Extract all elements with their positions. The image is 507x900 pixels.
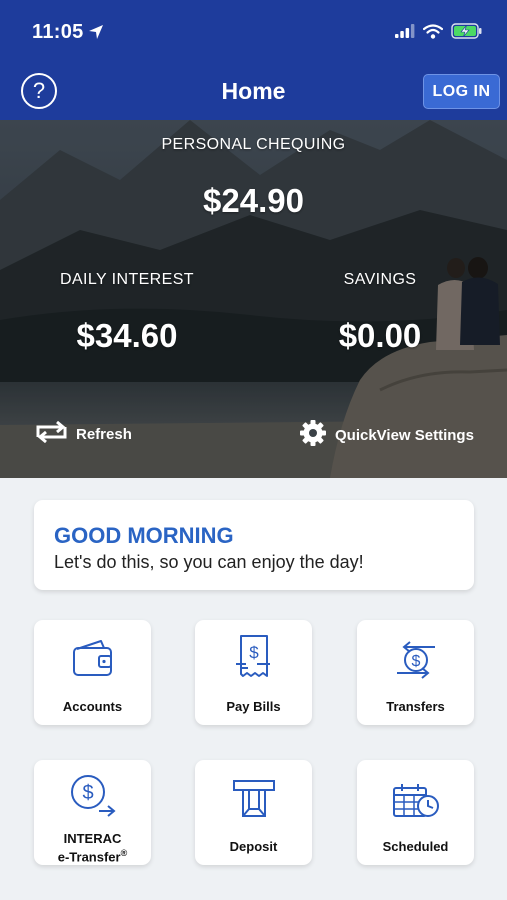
primary-account-label: PERSONAL CHEQUING <box>161 136 346 153</box>
refresh-icon <box>35 420 68 447</box>
deposit-tile-label: Deposit <box>229 839 278 854</box>
login-button[interactable]: LOG IN <box>423 74 500 109</box>
refresh-button[interactable]: Refresh <box>35 420 132 447</box>
deposit-icon <box>195 776 312 822</box>
savings-balance: $0.00 <box>338 317 422 354</box>
scheduled-tile[interactable]: Scheduled <box>357 760 474 865</box>
calendar-icon <box>357 782 474 822</box>
greeting-card: GOOD MORNING Let's do this, so you can e… <box>34 500 474 590</box>
svg-text:$: $ <box>411 653 420 670</box>
location-arrow-icon <box>88 24 104 45</box>
wallet-icon <box>34 637 151 681</box>
nav-bar: ? Home LOG IN <box>0 64 507 120</box>
status-bar: 11:05 <box>0 0 507 64</box>
interac-label-line1: INTERAC <box>63 831 122 846</box>
scheduled-tile-label: Scheduled <box>382 839 449 854</box>
transfers-tile-label: Transfers <box>386 699 445 714</box>
gear-icon <box>299 419 327 451</box>
bill-icon: $ <box>195 634 312 684</box>
quickview-settings-label: QuickView Settings <box>335 426 474 444</box>
registered-mark: ® <box>120 848 128 858</box>
quickview-panel: PERSONAL CHEQUING $24.90 DAILY INTEREST … <box>0 120 507 478</box>
savings-label: SAVINGS <box>343 271 417 288</box>
accounts-tile[interactable]: Accounts <box>34 620 151 725</box>
deposit-tile[interactable]: Deposit <box>195 760 312 865</box>
interac-label-line2: e-Transfer <box>57 849 121 865</box>
interac-etransfer-label: INTERAC e-Transfer® <box>34 831 151 864</box>
interac-etransfer-tile[interactable]: $ INTERAC e-Transfer® <box>34 760 151 865</box>
svg-text:$: $ <box>249 643 259 662</box>
pay-bills-tile[interactable]: $ Pay Bills <box>195 620 312 725</box>
status-indicators <box>395 23 483 44</box>
refresh-label: Refresh <box>76 425 132 443</box>
daily-interest-label: DAILY INTEREST <box>60 271 194 288</box>
transfer-icon: $ <box>357 637 474 683</box>
signal-icon <box>395 24 415 43</box>
wifi-icon <box>422 23 444 44</box>
pay-bills-tile-label: Pay Bills <box>226 699 281 714</box>
etransfer-icon: $ <box>34 773 151 817</box>
greeting-title: GOOD MORNING <box>54 523 234 548</box>
battery-charging-icon <box>451 23 483 44</box>
svg-text:$: $ <box>82 782 93 804</box>
primary-account-balance: $24.90 <box>203 182 304 219</box>
status-time: 11:05 <box>32 21 84 43</box>
greeting-subtitle: Let's do this, so you can enjoy the day! <box>54 552 364 572</box>
daily-interest-balance: $34.60 <box>76 317 178 354</box>
accounts-tile-label: Accounts <box>62 699 123 714</box>
quickview-settings-button[interactable]: QuickView Settings <box>299 419 474 451</box>
transfers-tile[interactable]: $ Transfers <box>357 620 474 725</box>
